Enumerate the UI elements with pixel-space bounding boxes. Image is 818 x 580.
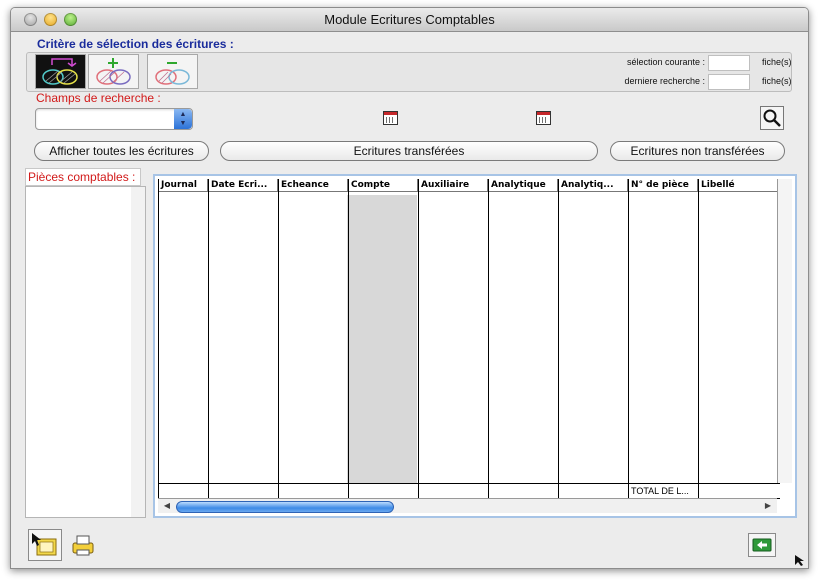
calendar-start-icon[interactable] xyxy=(383,111,398,125)
search-button[interactable] xyxy=(760,106,784,130)
current-selection-count xyxy=(708,55,750,71)
criteria-panel: sélection courante : fiche(s) derniere r… xyxy=(26,52,792,92)
col-compte[interactable]: Compte xyxy=(348,179,418,192)
search-fields-label: Champs de recherche : xyxy=(36,91,161,105)
green-back-arrow-icon xyxy=(752,538,772,552)
last-search-label: derniere recherche : xyxy=(624,76,705,86)
pointer-folder-icon xyxy=(32,533,57,556)
pieces-list[interactable] xyxy=(25,186,133,518)
table-vertical-scrollbar[interactable] xyxy=(777,179,792,483)
last-search-count xyxy=(708,74,750,90)
col-divider xyxy=(418,179,419,498)
last-search-unit: fiche(s) xyxy=(762,76,792,86)
col-libelle[interactable]: Libellé xyxy=(698,179,778,192)
col-analytique[interactable]: Analytique xyxy=(488,179,558,192)
col-divider xyxy=(158,179,159,498)
set-replace-icon xyxy=(42,58,78,85)
col-divider xyxy=(698,179,699,498)
col-analytique-2[interactable]: Analytiq... xyxy=(558,179,628,192)
current-selection-unit: fiche(s) xyxy=(762,57,792,67)
calendar-end-icon[interactable] xyxy=(536,111,551,125)
col-echeance[interactable]: Echeance xyxy=(278,179,348,192)
window-title: Module Ecritures Comptables xyxy=(324,12,495,27)
criteria-subtract-button[interactable] xyxy=(147,54,198,89)
criteria-title: Critère de sélection des écritures : xyxy=(37,37,234,51)
col-journal[interactable]: Journal xyxy=(158,179,208,192)
col-auxiliaire[interactable]: Auxiliaire xyxy=(418,179,488,192)
print-button[interactable] xyxy=(69,532,97,558)
col-date-ecriture[interactable]: Date Ecri... xyxy=(208,179,278,192)
table-footer: TOTAL DE L... xyxy=(158,483,780,499)
scroll-thumb[interactable] xyxy=(176,501,394,513)
title-bar: Module Ecritures Comptables xyxy=(11,8,808,32)
col-divider xyxy=(348,179,349,498)
col-divider xyxy=(208,179,209,498)
main-window: Module Ecritures Comptables Critère de s… xyxy=(10,7,809,569)
col-divider xyxy=(558,179,559,498)
select-records-button[interactable] xyxy=(28,529,62,561)
magnifier-icon xyxy=(763,109,781,127)
set-subtract-icon xyxy=(155,62,190,85)
scroll-left-icon[interactable]: ◀ xyxy=(160,499,174,513)
col-divider xyxy=(488,179,489,498)
set-add-icon xyxy=(96,58,131,85)
pieces-label: Pièces comptables : xyxy=(25,168,141,186)
compte-column-shade xyxy=(347,195,417,483)
search-field-popup[interactable]: ▲ ▼ xyxy=(35,108,193,130)
printer-icon xyxy=(72,535,94,556)
show-all-entries-button[interactable]: Afficher toutes les écritures xyxy=(34,141,209,161)
footer-total-label: TOTAL DE L... xyxy=(631,486,689,496)
col-numero-piece[interactable]: N° de pièce xyxy=(628,179,698,192)
current-selection-label: sélection courante : xyxy=(626,57,705,67)
transferred-entries-button[interactable]: Ecritures transférées xyxy=(220,141,598,161)
non-transferred-entries-button[interactable]: Ecritures non transférées xyxy=(610,141,785,161)
table-horizontal-scrollbar[interactable]: ◀ ▶ xyxy=(158,498,777,513)
back-button[interactable] xyxy=(748,533,776,557)
criteria-replace-button[interactable] xyxy=(35,54,86,89)
entries-table: Journal Date Ecri... Echeance Compte Aux… xyxy=(153,174,797,518)
criteria-add-button[interactable] xyxy=(88,54,139,89)
scroll-right-icon[interactable]: ▶ xyxy=(761,499,775,513)
col-divider xyxy=(278,179,279,498)
popup-arrows-icon: ▲ ▼ xyxy=(174,109,192,129)
col-divider xyxy=(628,179,629,498)
pieces-scrollbar[interactable] xyxy=(131,186,146,518)
resize-grip-icon[interactable] xyxy=(793,553,807,567)
